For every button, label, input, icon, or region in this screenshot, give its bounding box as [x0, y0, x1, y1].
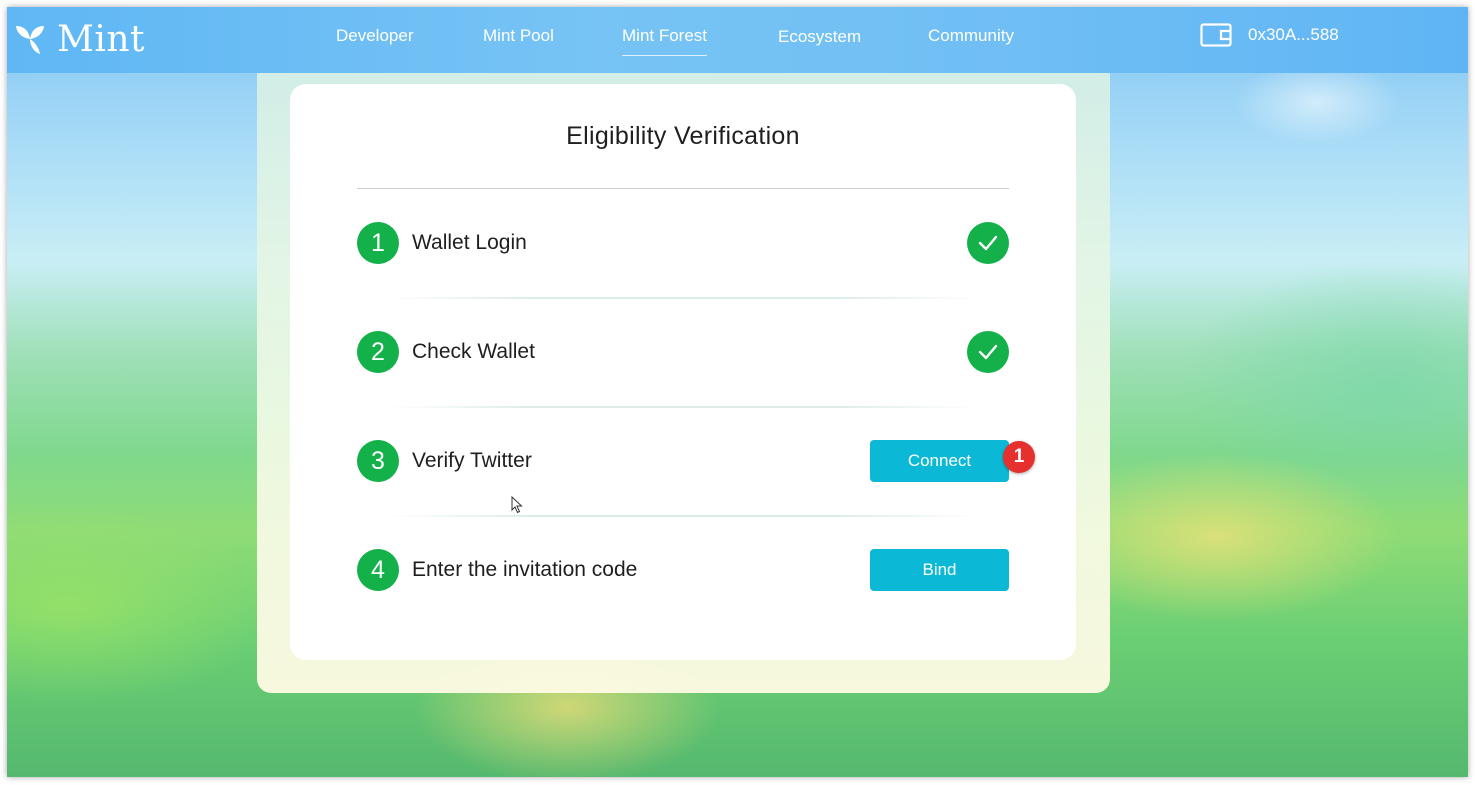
- step-invitation-code: 4 Enter the invitation code Bind: [357, 540, 1009, 600]
- wallet-icon: [1200, 23, 1232, 47]
- step-check-wallet: 2 Check Wallet: [357, 322, 1009, 382]
- app-viewport: Mint Developer Mint Pool Mint Forest Eco…: [7, 7, 1468, 777]
- nav-ecosystem[interactable]: Ecosystem: [778, 26, 861, 48]
- step-number: 1: [357, 222, 399, 264]
- annotation-badge: 1: [1003, 441, 1035, 473]
- step-label: Wallet Login: [412, 231, 527, 254]
- mouse-pointer-icon: [511, 496, 523, 514]
- check-icon: [967, 331, 1009, 373]
- nav-developer[interactable]: Developer: [336, 25, 414, 47]
- step-divider: [387, 515, 979, 517]
- nav-mint-pool[interactable]: Mint Pool: [483, 25, 554, 47]
- step-wallet-login: 1 Wallet Login: [357, 213, 1009, 273]
- wallet-connect-button[interactable]: 0x30A...588: [1200, 23, 1339, 47]
- bind-invitation-button[interactable]: Bind: [870, 549, 1009, 591]
- step-label: Check Wallet: [412, 340, 535, 363]
- title-divider: [357, 188, 1009, 189]
- step-number: 2: [357, 331, 399, 373]
- top-navigation-bar: Mint Developer Mint Pool Mint Forest Eco…: [7, 7, 1468, 73]
- nav-mint-forest[interactable]: Mint Forest: [622, 25, 708, 56]
- step-divider: [387, 406, 979, 408]
- nav-community[interactable]: Community: [928, 25, 1014, 47]
- step-label: Verify Twitter: [412, 449, 532, 472]
- card-title: Eligibility Verification: [566, 122, 800, 150]
- step-label: Enter the invitation code: [412, 558, 638, 581]
- wallet-address: 0x30A...588: [1248, 25, 1339, 44]
- step-number: 3: [357, 440, 399, 482]
- check-icon: [967, 222, 1009, 264]
- step-number: 4: [357, 549, 399, 591]
- eligibility-verification-card: Eligibility Verification 1 Wallet Login …: [290, 84, 1076, 660]
- step-divider: [387, 297, 979, 299]
- connect-twitter-button[interactable]: Connect: [870, 440, 1009, 482]
- step-verify-twitter: 3 Verify Twitter Connect: [357, 431, 1009, 491]
